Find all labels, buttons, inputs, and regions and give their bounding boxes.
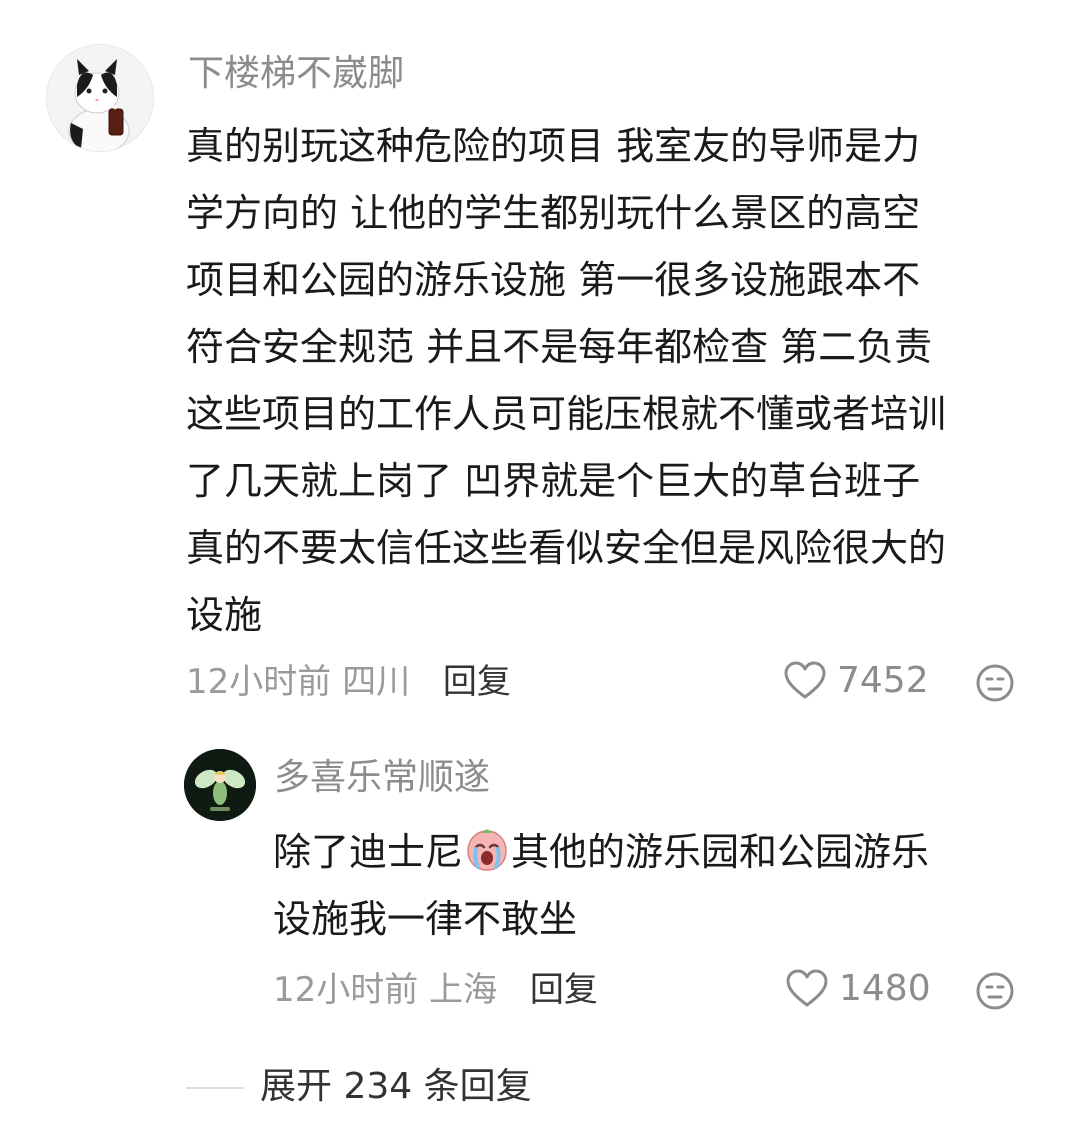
reply-like-count: 1480 (839, 968, 931, 1009)
expand-replies-button[interactable]: 展开 234 条回复 (260, 1065, 532, 1109)
comment-line: 了几天就上岗了 凹界就是个巨大的草台班子 (186, 459, 921, 503)
reply-location: 上海 (429, 970, 498, 1010)
fairy-avatar-icon (184, 749, 256, 821)
comment-meta: 12小时前 四川 回复 (186, 660, 511, 704)
comment-time: 12小时前 (186, 662, 332, 702)
crying-face-emoji-icon (467, 829, 507, 871)
heart-outline-icon (784, 661, 826, 698)
reply-avatar[interactable] (184, 749, 256, 821)
comment-body: 真的别玩这种危险的项目 我室友的导师是力 学方向的 让他的学生都别玩什么景区的高… (186, 113, 1046, 649)
reply-username[interactable]: 多喜乐常顺遂 (274, 756, 490, 800)
reply-line: 除了迪士尼 其他的游乐园和公园游乐 (273, 819, 1013, 886)
reply-time: 12小时前 (273, 970, 419, 1010)
comment-line: 设施 (186, 593, 263, 637)
heart-outline-icon (786, 969, 828, 1006)
neutral-face-icon (976, 664, 1014, 702)
comment-line: 学方向的 让他的学生都别玩什么景区的高空 (186, 191, 921, 235)
reply-react-button[interactable] (975, 971, 1015, 1011)
reply-meta: 12小时前 上海 回复 (273, 968, 598, 1012)
comment-line: 真的别玩这种危险的项目 我室友的导师是力 (186, 124, 921, 168)
reply-line: 设施我一律不敢坐 (273, 897, 578, 941)
reply-text-part: 除了迪士尼 (273, 830, 464, 874)
comment-line: 项目和公园的游乐设施 第一很多设施跟本不 (186, 258, 921, 302)
reply-body: 除了迪士尼 其他的游乐园和公园游乐 设施我一律不敢坐 (273, 819, 1013, 953)
comment-location: 四川 (342, 662, 411, 702)
reply-to-reply-button[interactable]: 回复 (530, 970, 598, 1010)
like-button[interactable]: 7452 (783, 660, 929, 701)
expand-divider (186, 1087, 244, 1089)
neutral-face-icon (976, 972, 1014, 1010)
commenter-username[interactable]: 下楼梯不崴脚 (188, 52, 404, 96)
reply-like-button[interactable]: 1480 (785, 968, 931, 1009)
like-count: 7452 (837, 660, 929, 701)
reply-button[interactable]: 回复 (443, 662, 511, 702)
comment-line: 这些项目的工作人员可能压根就不懂或者培训 (186, 392, 947, 436)
commenter-avatar[interactable] (46, 44, 154, 152)
reply-text-part: 其他的游乐园和公园游乐 (511, 830, 930, 874)
cat-avatar-icon (47, 45, 153, 151)
comment-line: 符合安全规范 并且不是每年都检查 第二负责 (186, 325, 933, 369)
react-button[interactable] (975, 663, 1015, 703)
comment-line: 真的不要太信任这些看似安全但是风险很大的 (186, 526, 947, 570)
